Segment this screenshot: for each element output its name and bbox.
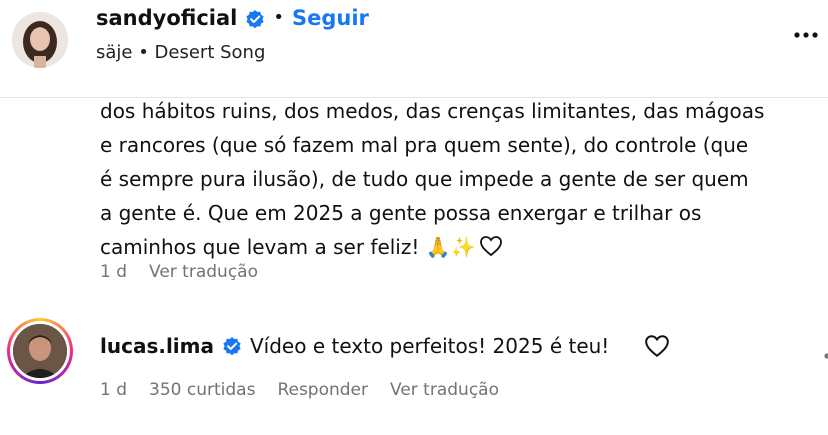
- lucas-lima-avatar[interactable]: [7, 318, 73, 384]
- post-caption: dos hábitos ruins, dos medos, das crença…: [100, 94, 812, 264]
- more-options-icon[interactable]: [794, 24, 818, 38]
- caption-time: 1 d: [100, 262, 128, 282]
- caption-translate-link[interactable]: Ver tradução: [149, 262, 258, 282]
- partial-dot-icon: [820, 348, 828, 362]
- avatar-ring-inner: [10, 321, 70, 381]
- comment-likes[interactable]: 350 curtidas: [149, 380, 255, 400]
- verified-badge-icon: [222, 336, 242, 356]
- avatar-photo: [13, 324, 67, 378]
- caption-meta-row: 1 d Ver tradução: [100, 262, 258, 282]
- reply-link[interactable]: Responder: [277, 380, 368, 400]
- comment-text: Vídeo e texto perfeitos! 2025 é teu!: [250, 334, 610, 358]
- caption-line: e rancores (que só fazem mal pra quem se…: [100, 133, 749, 157]
- post-header: sandyoficial • Seguir säje • Desert Song: [0, 0, 828, 96]
- separator-dot: •: [273, 7, 284, 28]
- caption-line: é sempre pura ilusão), de tudo que imped…: [100, 167, 749, 191]
- caption-line-last: caminhos que levam a ser feliz! 🙏✨: [100, 230, 812, 264]
- comment-translate-link[interactable]: Ver tradução: [390, 380, 499, 400]
- comment-meta-row: 1 d 350 curtidas Responder Ver tradução: [100, 380, 499, 400]
- verified-badge-icon: [245, 8, 265, 29]
- audio-track[interactable]: säje • Desert Song: [96, 42, 265, 63]
- post-username[interactable]: sandyoficial: [96, 4, 237, 32]
- comment-time: 1 d: [100, 380, 128, 400]
- comment-row: lucas.lima Vídeo e texto perfeitos! 2025…: [100, 334, 609, 358]
- heart-outline-icon[interactable]: [644, 334, 670, 358]
- comment-username[interactable]: lucas.lima: [100, 334, 214, 358]
- follow-button[interactable]: Seguir: [292, 4, 369, 32]
- sandyoficial-avatar[interactable]: [12, 12, 68, 68]
- caption-line: caminhos que levam a ser feliz! 🙏✨: [100, 235, 476, 259]
- post-username-row: sandyoficial • Seguir: [96, 4, 369, 32]
- heart-outline-icon: [479, 236, 502, 257]
- caption-line: a gente é. Que em 2025 a gente possa enx…: [100, 201, 702, 225]
- caption-line: dos hábitos ruins, dos medos, das crença…: [100, 99, 765, 123]
